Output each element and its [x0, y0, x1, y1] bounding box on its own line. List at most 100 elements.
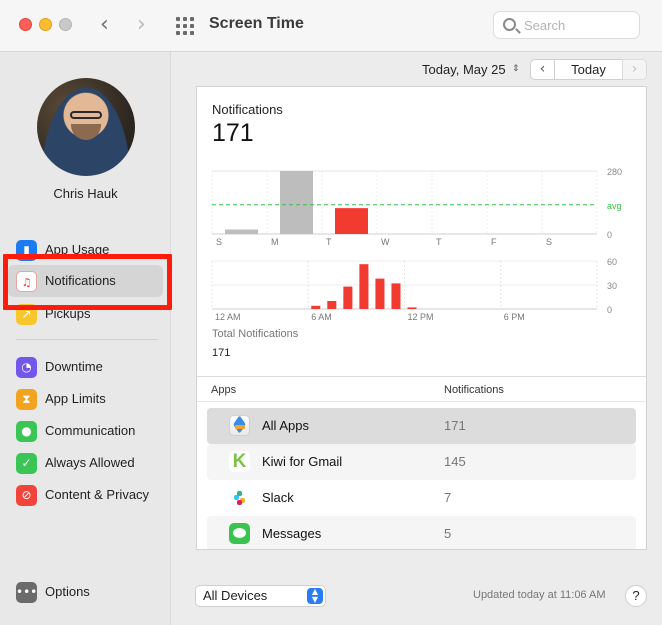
sidebar-item-label: Options	[45, 584, 90, 599]
close-window-button[interactable]	[19, 18, 32, 31]
sidebar-item-downtime[interactable]: ◔ Downtime	[8, 351, 163, 383]
chart-bar	[280, 171, 313, 234]
chart-bar	[375, 278, 385, 309]
help-button[interactable]: ?	[625, 585, 647, 607]
back-arrow-icon[interactable]: ‹	[100, 12, 109, 38]
date-picker[interactable]: Today, May 25	[422, 62, 506, 77]
apps-column-header[interactable]: Apps	[211, 384, 236, 396]
table-row[interactable]: Slack 7	[207, 480, 636, 516]
table-header: Apps Notifications	[197, 376, 646, 402]
tick-label: 280	[607, 167, 622, 177]
sidebar-item-label: Communication	[45, 423, 136, 438]
sidebar-item-label: Pickups	[45, 306, 91, 321]
chart-bar	[391, 283, 401, 309]
ellipsis-icon: •••	[16, 582, 37, 603]
tick-label: 60	[607, 257, 617, 267]
search-input[interactable]	[524, 16, 634, 34]
today-button[interactable]: Today	[554, 59, 623, 80]
sidebar-item-label: App Limits	[45, 391, 106, 406]
person-circle-icon: ●	[16, 421, 37, 442]
minimize-window-button[interactable]	[39, 18, 52, 31]
title-bar: ‹ › Screen Time	[0, 0, 662, 52]
hourly-chart: 12 AM 6 AM 12 PM 6 PM 60 30 0	[211, 257, 617, 322]
sidebar-item-label: App Usage	[45, 242, 110, 257]
kiwi-for-gmail-icon: K	[229, 451, 250, 472]
sidebar-item-label: Always Allowed	[45, 455, 135, 470]
sidebar-item-options[interactable]: ••• Options	[8, 576, 163, 608]
zoom-window-button[interactable]	[59, 18, 72, 31]
search-field[interactable]	[493, 11, 640, 39]
sidebar-item-app-usage[interactable]: ▮ App Usage	[8, 234, 163, 266]
tick-label: 6 PM	[504, 312, 525, 322]
chevron-updown-icon: ▲ ▼	[307, 588, 323, 604]
pickup-icon: ↗	[16, 304, 37, 325]
bell-icon: ♫	[16, 271, 37, 292]
table-row[interactable]: K Kiwi for Gmail 145	[207, 444, 636, 480]
row-app-name: Messages	[262, 526, 322, 541]
chart-bar	[359, 264, 369, 309]
checkmark-icon: ✓	[16, 453, 37, 474]
sidebar-item-label: Downtime	[45, 359, 103, 374]
sidebar: Chris Hauk ▮ App Usage ↗ Pickups ♫ Notif…	[0, 52, 172, 625]
tick-label: T	[326, 237, 332, 247]
sidebar-item-communication[interactable]: ● Communication	[8, 415, 163, 447]
sidebar-item-notifications[interactable]: ♫ Notifications	[8, 265, 163, 297]
tick-label: W	[381, 237, 390, 247]
sidebar-item-always-allowed[interactable]: ✓ Always Allowed	[8, 447, 163, 479]
chart-bar	[225, 229, 258, 234]
chart-bar	[343, 286, 353, 309]
tick-label: F	[491, 237, 497, 247]
moon-clock-icon: ◔	[16, 357, 37, 378]
all-apps-icon	[229, 415, 250, 436]
device-select[interactable]: All Devices ▲ ▼	[195, 585, 326, 607]
tick-label: avg	[607, 201, 622, 211]
row-app-name: All Apps	[262, 418, 309, 433]
tick-label: S	[546, 237, 552, 247]
window-title: Screen Time	[209, 15, 304, 32]
total-notifications-label: Total Notifications	[212, 328, 299, 340]
row-app-name: Slack	[262, 490, 294, 505]
show-all-grid-icon[interactable]	[176, 17, 194, 35]
row-app-name: Kiwi for Gmail	[262, 454, 343, 469]
chart-bar	[327, 301, 337, 309]
next-day-button[interactable]: ›	[622, 59, 647, 80]
tick-label: 12 PM	[408, 312, 434, 322]
notifications-column-header[interactable]: Notifications	[444, 384, 504, 396]
tick-label: M	[271, 237, 279, 247]
row-count: 7	[444, 490, 452, 505]
tick-label: 0	[607, 230, 612, 240]
search-icon	[503, 18, 516, 31]
messages-icon	[229, 523, 250, 544]
sidebar-item-content-privacy[interactable]: ⊘ Content & Privacy	[8, 479, 163, 511]
updated-timestamp: Updated today at 11:06 AM	[473, 589, 606, 601]
sidebar-item-pickups[interactable]: ↗ Pickups	[8, 298, 163, 330]
hourglass-icon: ⧗	[16, 389, 37, 410]
previous-day-button[interactable]: ‹	[530, 59, 555, 80]
total-notifications-value: 171	[212, 347, 231, 359]
chart-bar	[311, 305, 321, 309]
tick-label: 12 AM	[215, 312, 241, 322]
slack-icon	[229, 487, 250, 508]
date-stepper-icon[interactable]: ⇕	[512, 64, 520, 74]
tick-label: 0	[607, 305, 612, 315]
chart-bar	[335, 208, 368, 234]
weekly-chart: S M T W T F S 280 avg 0	[211, 167, 622, 247]
device-select-value: All Devices	[203, 588, 268, 603]
user-name: Chris Hauk	[53, 186, 118, 201]
table-row[interactable]: Messages 5	[207, 516, 636, 549]
notifications-charts: S M T W T F S 280 avg 0 12 AM 6 AM 12 PM 6 PM 60 30 0	[211, 167, 622, 322]
sidebar-divider	[16, 339, 158, 340]
table-row[interactable]: All Apps 171	[207, 408, 636, 444]
prohibited-icon: ⊘	[16, 485, 37, 506]
chart-bar	[407, 307, 417, 309]
sidebar-item-label: Notifications	[45, 273, 116, 288]
forward-arrow-icon[interactable]: ›	[137, 12, 146, 38]
sidebar-item-label: Content & Privacy	[45, 487, 150, 502]
tick-label: 6 AM	[311, 312, 332, 322]
row-count: 145	[444, 454, 466, 469]
tick-label: S	[216, 237, 222, 247]
notifications-panel: Notifications 171 S M T W T F S 280 avg 0 12 AM 6 …	[196, 86, 647, 550]
tick-label: 30	[607, 281, 617, 291]
tick-label: T	[436, 237, 442, 247]
sidebar-item-app-limits[interactable]: ⧗ App Limits	[8, 383, 163, 415]
